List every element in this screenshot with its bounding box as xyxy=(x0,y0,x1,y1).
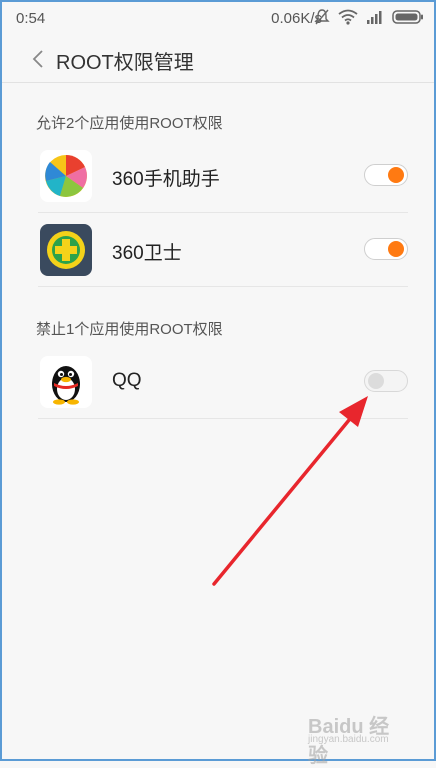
root-toggle-360-app-store[interactable] xyxy=(364,164,408,186)
baidu-watermark: Baidu 经验 jingyan.baidu.com xyxy=(308,710,408,767)
status-time: 0:54 xyxy=(16,10,46,27)
toggle-knob xyxy=(388,241,404,257)
wifi-icon xyxy=(338,9,358,25)
status-bar: 0:54 0.06K/s xyxy=(2,2,434,36)
app-row-360-security: 360卫士 xyxy=(38,214,408,287)
app-name: 360卫士 xyxy=(112,243,182,264)
360-app-store-icon xyxy=(40,150,92,202)
root-toggle-360-security[interactable] xyxy=(364,238,408,260)
status-icons xyxy=(314,8,424,26)
toggle-knob xyxy=(368,373,384,389)
root-toggle-qq[interactable] xyxy=(364,370,408,392)
battery-icon xyxy=(392,10,424,24)
page-title: ROOT权限管理 xyxy=(56,52,194,74)
qq-penguin-icon xyxy=(40,356,92,408)
watermark-subtext: jingyan.baidu.com xyxy=(308,734,389,745)
header-bar: ROOT权限管理 xyxy=(2,36,434,83)
mute-icon xyxy=(314,8,330,26)
toggle-knob xyxy=(388,167,404,183)
signal-icon xyxy=(366,10,384,24)
app-row-qq: QQ xyxy=(38,346,408,419)
app-name: 360手机助手 xyxy=(112,169,220,190)
phone-screen: 0:54 0.06K/s ROOT权限管理 允许2个应用使用ROOT权限 360… xyxy=(0,0,436,767)
chevron-left-icon xyxy=(32,50,43,68)
denied-section-title: 禁止1个应用使用ROOT权限 xyxy=(36,321,223,338)
360-security-icon xyxy=(40,224,92,276)
app-row-360-app-store: 360手机助手 xyxy=(38,140,408,213)
back-button[interactable] xyxy=(24,44,52,74)
allowed-section-title: 允许2个应用使用ROOT权限 xyxy=(36,115,223,132)
app-name: QQ xyxy=(112,370,142,391)
